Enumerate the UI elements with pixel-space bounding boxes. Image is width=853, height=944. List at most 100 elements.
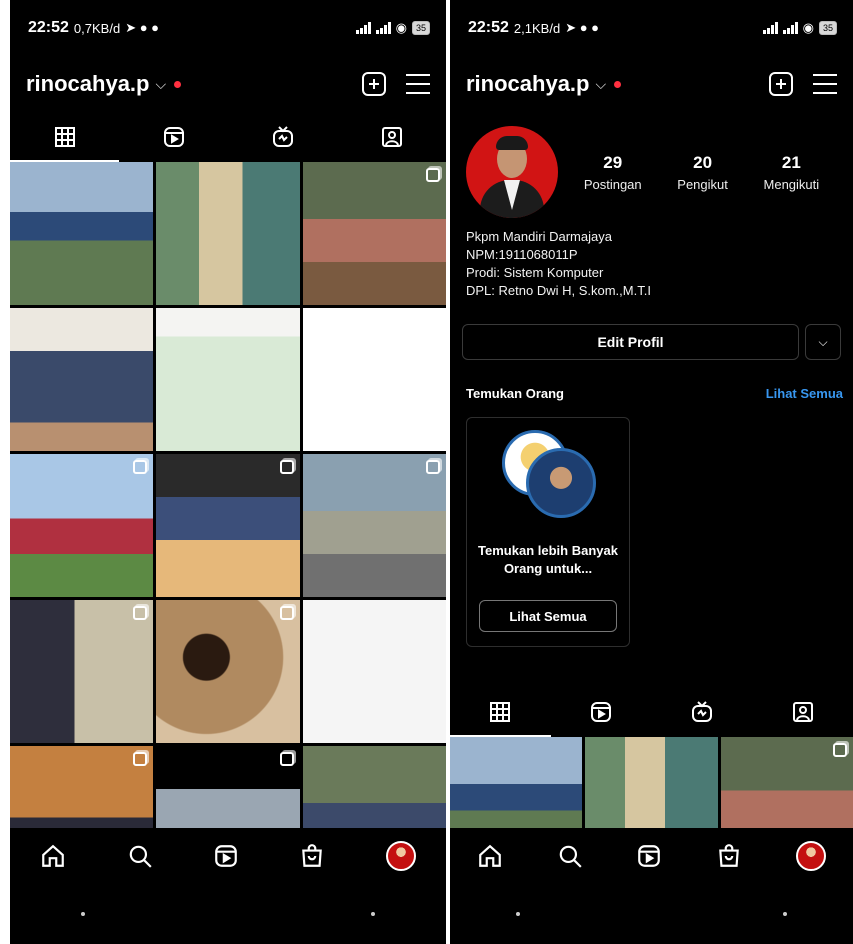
post-thumbnail[interactable] — [302, 454, 446, 597]
status-bar: 22:52 2,1KB/d ➤ ● ● ◉ 35 — [450, 0, 853, 56]
carousel-icon — [279, 752, 294, 766]
search-icon[interactable] — [557, 843, 583, 869]
post-thumbnail[interactable] — [10, 600, 154, 743]
signal-icon — [782, 22, 798, 34]
reels-icon[interactable] — [636, 843, 662, 869]
status-time: 22:52 — [468, 19, 509, 36]
profile-stats: 29 Postingan 20 Pengikut 21 Mengikuti — [566, 153, 837, 192]
menu-icon[interactable] — [406, 74, 430, 94]
stat-label: Pengikut — [677, 176, 728, 192]
create-post-icon[interactable] — [769, 72, 793, 96]
notification-dot — [174, 80, 182, 88]
profile-summary: 29 Postingan 20 Pengikut 21 Mengikuti — [450, 112, 853, 222]
tab-tagged[interactable] — [752, 687, 853, 737]
battery-icon: 35 — [818, 21, 837, 35]
tab-grid[interactable] — [450, 687, 551, 737]
post-thumbnail[interactable] — [302, 600, 446, 743]
create-post-icon[interactable] — [362, 72, 386, 96]
profile-tabs — [10, 112, 446, 162]
see-all-link[interactable]: Lihat Semua — [766, 386, 843, 401]
post-thumbnail[interactable] — [156, 308, 300, 451]
profile-tabs — [450, 687, 853, 737]
chevron-down-icon: ⌵ — [155, 75, 167, 92]
tagged-icon — [381, 127, 402, 147]
post-thumbnail[interactable] — [10, 454, 154, 597]
search-icon[interactable] — [127, 843, 153, 869]
carousel-icon — [279, 460, 294, 474]
wifi-icon: ◉ — [395, 20, 407, 35]
network-speed: 2,1KB/d — [513, 20, 561, 36]
status-time: 22:52 — [28, 19, 69, 36]
recents-button[interactable] — [515, 912, 520, 916]
notification-icons: ➤ ● ● — [565, 20, 600, 35]
stat-posts[interactable]: 29 Postingan — [584, 153, 642, 192]
post-thumbnail[interactable] — [156, 454, 300, 597]
profile-photo[interactable] — [466, 126, 558, 218]
account-switcher[interactable]: rinocahya.p ⌵ — [466, 71, 622, 97]
bio-line: DPL: Retno Dwi H, S.kom.,M.T.I — [466, 283, 651, 298]
notification-dot — [614, 80, 622, 88]
notification-icons: ➤ ● ● — [125, 20, 160, 35]
username: rinocahya.p — [26, 71, 150, 96]
suggestion-text: Temukan lebih Banyak Orang untuk... — [478, 543, 618, 576]
profile-bio: Pkpm Mandiri Darmajaya NPM:1911068011P P… — [450, 222, 853, 300]
post-thumbnail[interactable] — [156, 600, 300, 743]
post-thumbnail[interactable] — [10, 308, 154, 451]
stat-followers[interactable]: 20 Pengikut — [677, 153, 728, 192]
back-button[interactable] — [370, 912, 375, 916]
system-nav-bar — [450, 884, 853, 944]
carousel-icon — [279, 606, 294, 620]
tab-grid[interactable] — [10, 112, 119, 162]
post-thumbnail[interactable] — [302, 162, 446, 305]
home-icon[interactable] — [477, 843, 503, 869]
stat-label: Postingan — [583, 176, 642, 192]
post-thumbnail[interactable] — [302, 308, 446, 451]
signal-icon — [355, 22, 371, 34]
carousel-icon — [133, 460, 148, 474]
profile-header: rinocahya.p ⌵ — [450, 56, 853, 112]
bottom-nav — [450, 828, 853, 884]
grid-icon — [54, 127, 75, 147]
carousel-icon — [832, 743, 847, 757]
wifi-icon: ◉ — [802, 20, 814, 35]
suggestions-toggle-chevron-icon[interactable]: ⌵ — [805, 324, 841, 360]
battery-icon: 35 — [411, 21, 430, 35]
tab-reels[interactable] — [119, 112, 228, 162]
shop-icon[interactable] — [299, 843, 325, 869]
stat-number: 29 — [603, 152, 623, 172]
tagged-icon — [792, 702, 813, 722]
discover-title: Temukan Orang — [466, 386, 565, 401]
suggestion-see-all-button[interactable]: Lihat Semua — [479, 600, 617, 632]
carousel-icon — [133, 752, 148, 766]
shop-icon[interactable] — [716, 843, 742, 869]
stat-number: 21 — [781, 152, 801, 172]
grid-icon — [490, 702, 511, 722]
profile-avatar[interactable] — [385, 841, 416, 871]
account-switcher[interactable]: rinocahya.p ⌵ — [26, 71, 182, 97]
reels-icon[interactable] — [213, 843, 239, 869]
edit-profile-button[interactable]: Edit Profil — [462, 324, 799, 360]
post-thumbnail[interactable] — [156, 162, 300, 305]
tab-reels[interactable] — [551, 687, 652, 737]
bio-line: NPM:1911068011P — [466, 247, 578, 262]
menu-icon[interactable] — [813, 74, 837, 94]
phone-screen-grid: 22:52 0,7KB/d ➤ ● ● ◉ 35 rinocahya.p ⌵ — [10, 0, 446, 944]
recents-button[interactable] — [81, 912, 86, 916]
chevron-down-icon: ⌵ — [595, 75, 607, 92]
post-thumbnail[interactable] — [10, 162, 154, 305]
stat-label: Mengikuti — [763, 176, 820, 192]
tab-tagged[interactable] — [337, 112, 446, 162]
igtv-icon — [272, 126, 293, 147]
reels-icon — [163, 127, 184, 147]
tab-igtv[interactable] — [652, 687, 753, 737]
tab-igtv[interactable] — [228, 112, 337, 162]
profile-avatar[interactable] — [796, 841, 827, 871]
discover-people-header: Temukan Orang Lihat Semua — [450, 360, 853, 401]
profile-header: rinocahya.p ⌵ — [10, 56, 446, 112]
home-icon[interactable] — [40, 843, 66, 869]
stat-following[interactable]: 21 Mengikuti — [764, 153, 820, 192]
back-button[interactable] — [783, 912, 788, 916]
carousel-icon — [133, 606, 148, 620]
bottom-nav — [10, 828, 446, 884]
network-speed: 0,7KB/d — [73, 20, 121, 36]
